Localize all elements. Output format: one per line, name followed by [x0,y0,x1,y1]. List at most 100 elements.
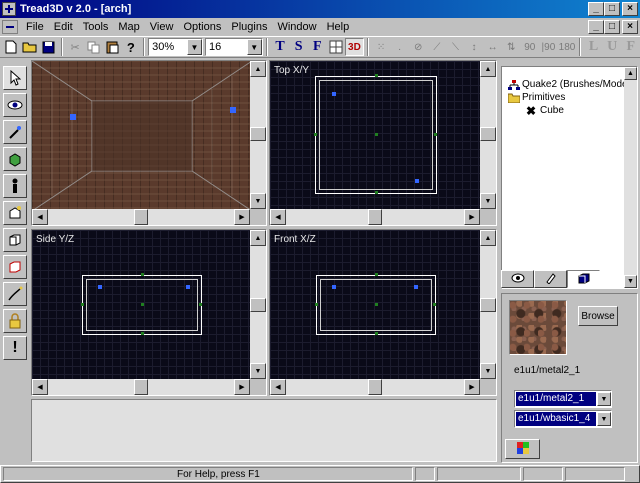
four-view-icon[interactable] [327,38,346,56]
texture-preview[interactable] [509,300,567,355]
flip-icon[interactable]: ⇅ [502,38,521,56]
rotate-90-button[interactable]: 90 [521,38,540,56]
handle-point[interactable] [315,303,318,306]
menu-file[interactable]: File [21,19,49,35]
tread3d-app-icon[interactable] [2,2,16,16]
tree-vscroll[interactable]: ▲ ▼ [624,67,637,288]
scroll-right-icon[interactable]: ▶ [234,209,250,225]
texture-select-2[interactable]: e1u1/wbasic1_4 ▼ [514,410,612,428]
scroll-thumb[interactable] [368,209,382,225]
viewport-3d-hscroll[interactable]: ◀ ▶ [32,209,250,225]
viewport-side-canvas[interactable]: Side Y/Z [32,230,250,379]
tab-paths[interactable] [534,270,567,288]
scroll-left-icon[interactable]: ◀ [270,209,286,225]
scroll-right-icon[interactable]: ▶ [464,209,480,225]
scroll-left-icon[interactable]: ◀ [270,379,286,395]
cut-icon[interactable]: ✂ [66,38,85,56]
scroll-left-icon[interactable]: ◀ [32,379,48,395]
vertex-marker[interactable] [98,285,102,289]
scroll-up-icon[interactable]: ▲ [480,230,496,246]
paste-icon[interactable] [103,38,122,56]
exclamation-icon[interactable]: ! [3,336,27,360]
close-button[interactable]: × [622,2,638,16]
side-view-button[interactable]: S [289,38,308,56]
handle-point[interactable] [199,303,202,306]
viewport-front-hscroll[interactable]: ◀ ▶ [270,379,480,395]
doc-minimize-button[interactable]: _ [588,20,604,34]
scroll-up-icon[interactable]: ▲ [250,61,266,77]
viewport-3d[interactable]: ▲ ▼ ◀ ▶ [31,60,267,226]
menu-map[interactable]: Map [113,19,144,35]
scroll-up-icon[interactable]: ▲ [480,61,496,77]
handle-point[interactable] [434,133,437,136]
open-folder-icon[interactable] [21,38,40,56]
handle-point[interactable] [81,303,84,306]
viewport-top[interactable]: Top X/Y ▲ ▼ ◀ ▶ [269,60,497,226]
handle-point[interactable] [433,303,436,306]
browse-button[interactable]: Browse [578,306,618,326]
magic-wand-icon[interactable] [3,120,27,144]
menu-help[interactable]: Help [322,19,355,35]
menu-edit[interactable]: Edit [49,19,78,35]
brush-cube-icon[interactable] [3,147,27,171]
rotate-180-button[interactable]: 180 [558,38,577,56]
scroll-thumb[interactable] [368,379,382,395]
save-icon[interactable] [39,38,58,56]
viewport-top-vscroll[interactable]: ▲ ▼ [480,61,496,209]
tree-root[interactable]: Quake2 (Brushes/Model [508,79,630,90]
handle-point[interactable] [375,191,378,194]
texture-palette-button[interactable] [505,439,540,459]
scroll-thumb[interactable] [480,298,496,312]
camera-eye-icon[interactable] [3,93,27,117]
snap-icon[interactable]: ⁙ [372,38,391,56]
path-tool-icon[interactable] [3,282,27,306]
scroll-up-icon[interactable]: ▲ [624,67,637,80]
flip-vertical-icon[interactable]: ↕ [465,38,484,56]
doc-close-button[interactable]: × [622,20,638,34]
vertex-marker[interactable] [414,285,418,289]
scroll-thumb[interactable] [250,127,266,141]
new-file-icon[interactable] [2,38,21,56]
chevron-down-icon[interactable]: ▼ [597,392,611,406]
scroll-down-icon[interactable]: ▼ [480,193,496,209]
align-left-button[interactable]: L [584,38,603,56]
texture-select-1[interactable]: e1u1/metal2_1 ▼ [514,390,612,408]
scroll-right-icon[interactable]: ▶ [464,379,480,395]
vertex-marker[interactable] [332,92,336,96]
viewport-front-vscroll[interactable]: ▲ ▼ [480,230,496,379]
copy-icon[interactable] [84,38,103,56]
document-icon[interactable] [2,20,18,34]
new-brush-icon[interactable] [3,201,27,225]
3d-view-button[interactable]: 3D [345,38,364,56]
menu-window[interactable]: Window [272,19,321,35]
tab-brushes[interactable] [567,270,600,288]
center-point[interactable] [141,303,144,306]
grid-size-combo[interactable]: 16 ▼ [204,38,263,56]
front-view-button[interactable]: F [308,38,327,56]
viewport-3d-canvas[interactable] [32,61,250,209]
vertex-marker[interactable] [332,285,336,289]
viewport-side-hscroll[interactable]: ◀ ▶ [32,379,250,395]
console-output[interactable] [31,399,497,462]
cube-red-icon[interactable] [3,255,27,279]
scroll-thumb[interactable] [134,379,148,395]
scroll-right-icon[interactable]: ▶ [234,379,250,395]
scroll-left-icon[interactable]: ◀ [32,209,48,225]
maximize-button[interactable]: □ [604,2,620,16]
tree-group-primitives[interactable]: Primitives [507,92,565,103]
tree-item-cube[interactable]: ✖ Cube [526,105,564,117]
scroll-down-icon[interactable]: ▼ [250,363,266,379]
top-view-button[interactable]: T [271,38,290,56]
scroll-down-icon[interactable]: ▼ [480,363,496,379]
viewport-top-canvas[interactable]: Top X/Y [270,61,480,209]
viewport-top-hscroll[interactable]: ◀ ▶ [270,209,480,225]
align-up-button[interactable]: U [603,38,622,56]
flip-horizontal-icon[interactable]: ↔ [483,38,502,56]
menu-view[interactable]: View [145,19,179,35]
entity-person-icon[interactable] [3,174,27,198]
entity-tree[interactable]: Quake2 (Brushes/Model Primitives ✖ Cube … [501,66,638,289]
viewport-side[interactable]: Side Y/Z ▲ ▼ ◀ ▶ [31,229,267,396]
menu-tools[interactable]: Tools [78,19,114,35]
center-point[interactable] [375,303,378,306]
handle-point[interactable] [375,332,378,335]
